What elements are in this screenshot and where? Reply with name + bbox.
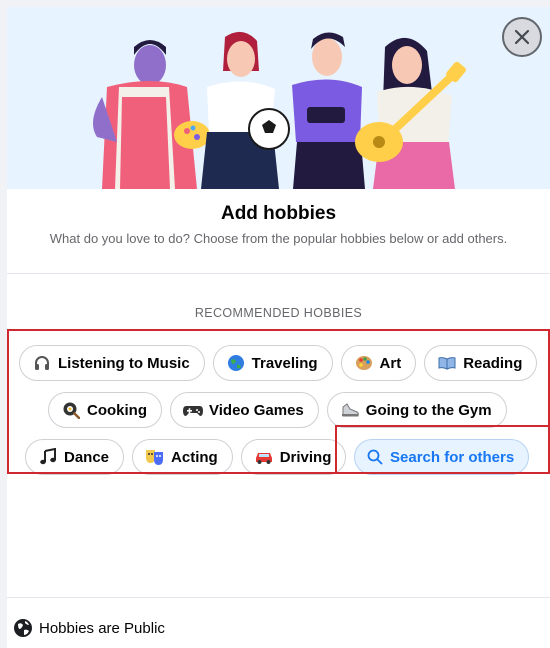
hero-illustration [7,7,550,189]
person-book [292,32,365,189]
person-guitar [355,37,466,189]
globe-icon [14,619,32,637]
divider [7,597,550,598]
friends-illustration [93,31,466,189]
recommended-hobbies-heading: RECOMMENDED HOBBIES [194,306,363,320]
person-soccer [201,31,290,189]
add-hobbies-dialog: Add hobbies What do you love to do? Choo… [7,7,550,648]
dialog-subtitle: What do you love to do? Choose from the … [49,231,508,246]
close-icon [514,29,530,45]
divider [7,273,550,274]
privacy-label: Hobbies are Public [39,619,165,637]
dialog-title: Add hobbies [220,203,337,224]
close-button[interactable] [502,17,542,57]
person-painter [93,40,210,189]
privacy-selector[interactable]: Hobbies are Public [13,618,165,638]
search-others-highlight [335,425,550,474]
